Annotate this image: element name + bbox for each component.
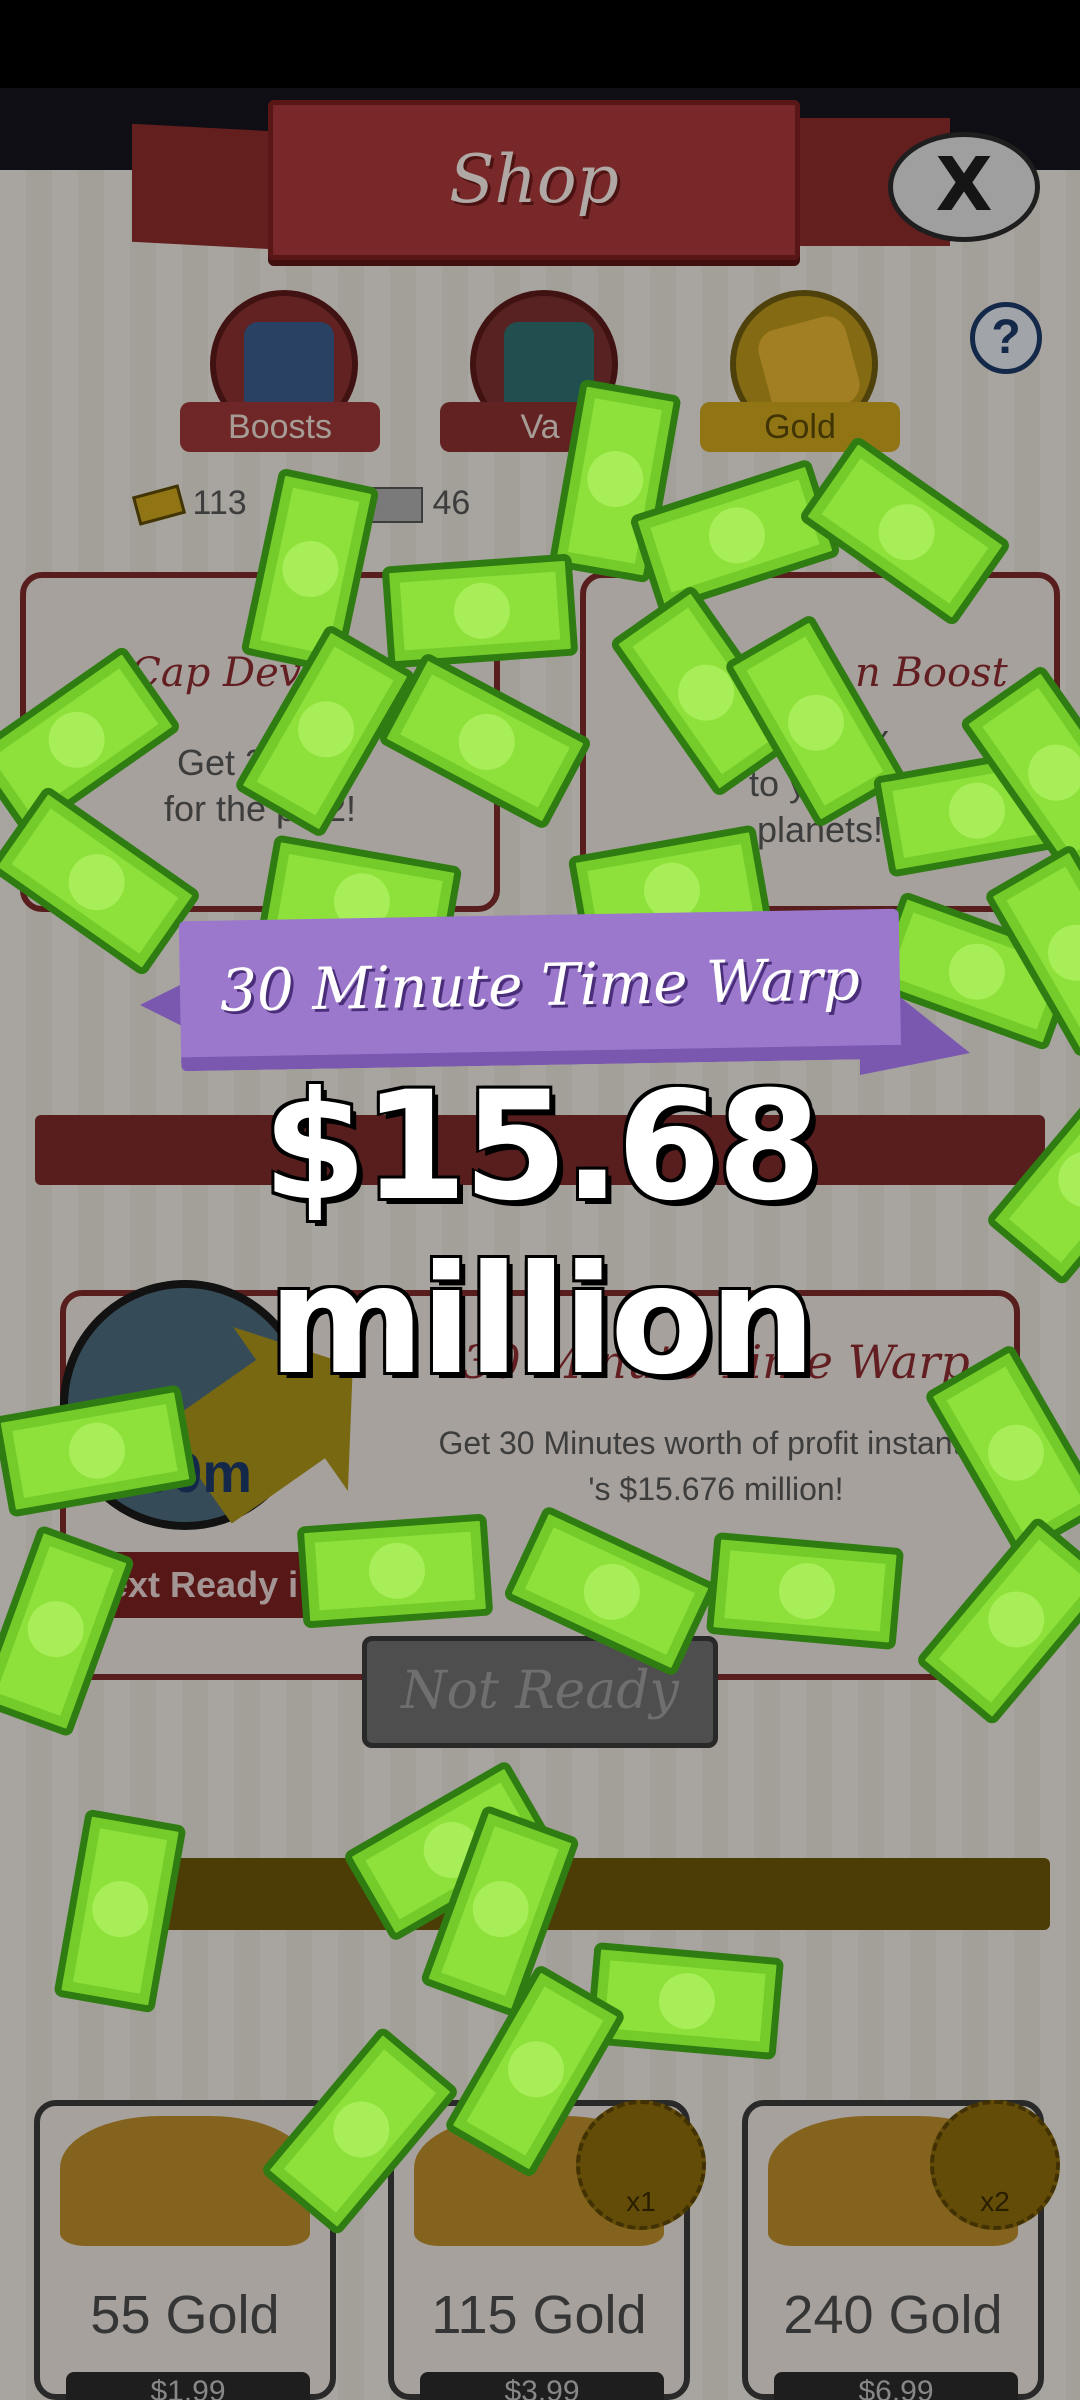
money-bill-icon [705, 1531, 905, 1651]
money-bill-icon [585, 1941, 785, 2061]
status-bar [0, 0, 1080, 88]
reward-banner: 30 Minute Time Warp [178, 908, 902, 1072]
reward-banner-title: 30 Minute Time Warp [219, 945, 861, 1025]
money-bill-icon [381, 553, 579, 669]
reward-amount: $15.68 million [262, 1060, 822, 1408]
money-bill-icon [296, 1513, 494, 1629]
